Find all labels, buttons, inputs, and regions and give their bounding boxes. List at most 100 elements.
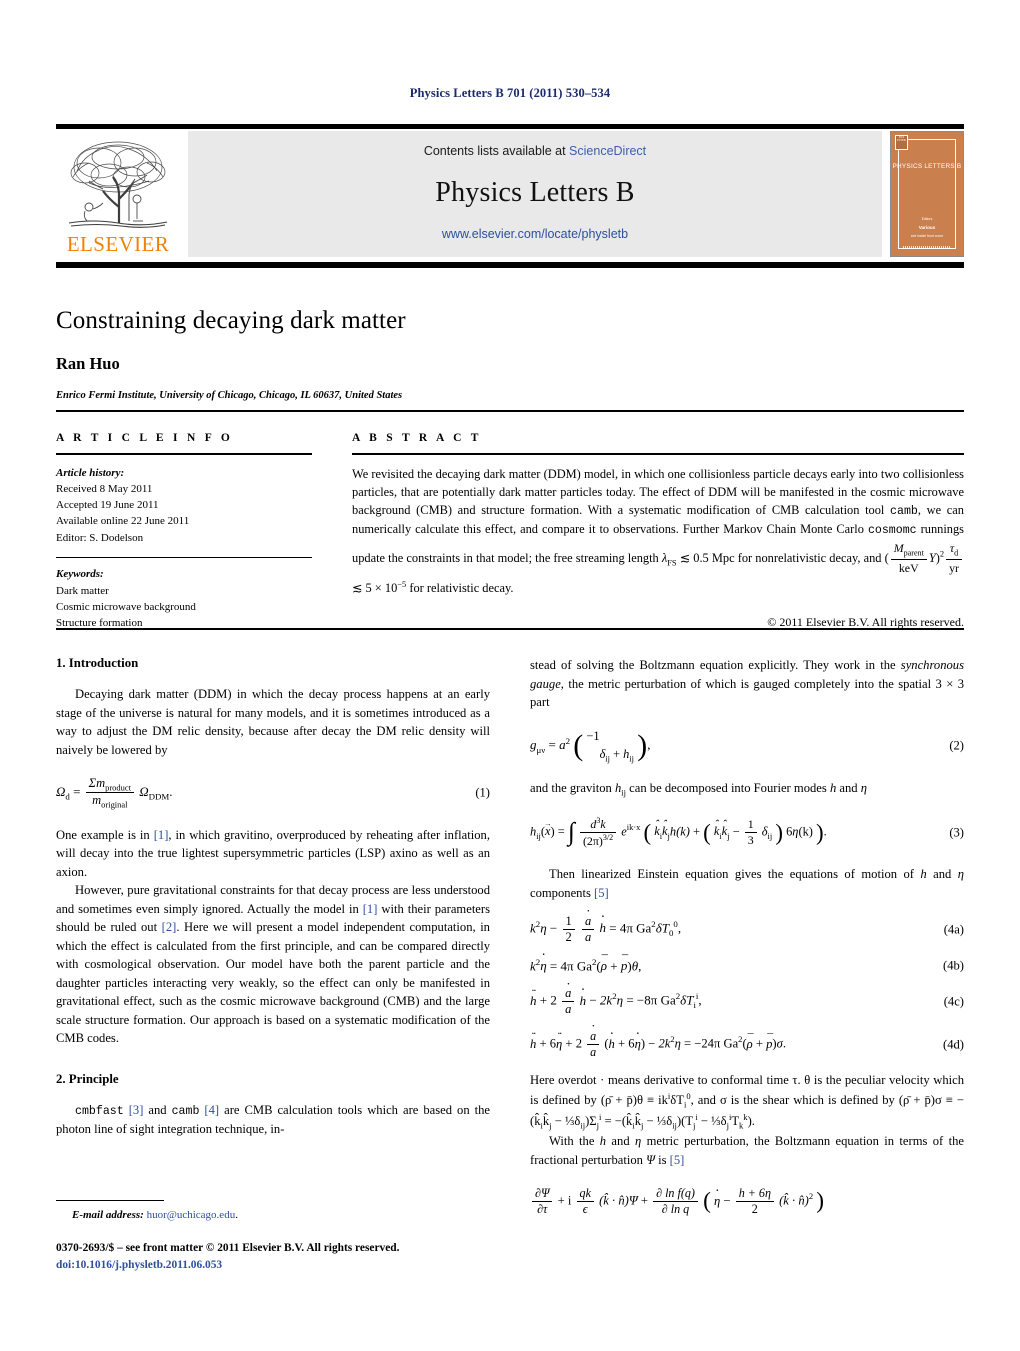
eq4a-eta: η [540,920,547,936]
citation-ref-3[interactable]: [3] [129,1103,144,1117]
citation-ref-5b[interactable]: [5] [670,1153,685,1167]
intro-p3-c: . Here we will present a model independe… [56,920,490,1046]
eq1-tail: Ω [139,783,149,799]
equation-3: hij(x) = ∫ d3k (2π)3/2 eik·x ( kikjh(k) … [530,816,964,849]
right-p3-eta: η [957,867,965,881]
eq1-denominator-sub: original [101,799,128,810]
eq1-lhs-sub: d [65,791,70,802]
eq4a-rhs: 4π Ga [619,920,652,936]
right-p3-c: components [530,885,595,900]
right-p2-c: and [836,780,861,795]
eq3-minus: − [732,824,740,839]
issn-front-matter-line: 0370-2693/$ – see front matter © 2011 El… [56,1242,400,1254]
keyword-item: Dark matter [56,584,109,597]
right-p4-e: − ⅓δ [551,1114,581,1129]
left-column: 1. Introduction Decaying dark matter (DD… [56,656,490,1276]
equation-4c: h + 2 aa h − 2k2η = −8π Ga2δTii, (4c) [530,986,964,1017]
code-camb: camb [171,1104,200,1118]
doi-link[interactable]: doi:10.1016/j.physletb.2011.06.053 [56,1257,506,1274]
abstract-label: A B S T R A C T [352,432,482,444]
eq5-plus-i: + i [557,1193,572,1208]
cover-title: PHYSICS LETTERS B [892,163,962,170]
eq3-inner-right-paren: ) [775,819,783,845]
equation-2: gμν = a2 ( −1 δij + hij ), (2) [530,729,964,763]
right-p1-b: , the metric perturbation of which is ga… [530,676,964,710]
right-p4-i: − ⅓δ [643,1114,673,1129]
right-p5-a: With the [549,1134,600,1149]
eq2-matrix: −1 δij + hij [586,729,634,763]
abstract-bottom-divider [56,628,964,630]
eq3-period: . [823,824,827,839]
masthead-bottom-rule [56,262,964,268]
equation-4b-number: (4b) [943,958,964,973]
eq3-equals: = [557,824,565,839]
eq1-lhs: Ω [56,783,66,799]
abstract-mass-denominator: keV [890,558,927,578]
masthead-top-rule [56,124,964,129]
eq5-etadot: η [714,1194,720,1209]
citation-ref-4[interactable]: [4] [204,1103,219,1117]
abstract-tau-fraction: τd yr [946,540,962,578]
eq2-equals: = [548,736,556,752]
code-cmbfast: cmbfast [75,1104,124,1118]
citation-ref-5[interactable]: [5] [594,886,609,900]
sciencedirect-link[interactable]: ScienceDirect [569,144,646,158]
journal-url-link[interactable]: www.elsevier.com/locate/physletb [442,227,628,241]
eq2-matrix-11: −1 [586,728,600,743]
journal-running-head: Physics Letters B 701 (2011) 530–534 [409,86,611,100]
abstract-mass-numerator-sub: parent [903,548,924,557]
eq3-one-third: 13 [744,817,757,848]
abstract-bound-2-exponent: −5 [397,578,407,589]
author-email-link[interactable]: huor@uchicago.edu [147,1209,236,1221]
equation-2-number: (2) [949,738,964,753]
eq2-matrix-21 [586,747,599,763]
eq3-integral-sign: ∫ [567,817,575,846]
eq4b-rhs: 4π Ga [560,958,592,974]
paper-page: Physics Letters B 701 (2011) 530–534 ELS… [0,0,1020,1351]
eq3-position-vector: x [545,824,551,839]
abstract-text: We revisited the decaying dark matter (D… [352,466,964,595]
eq4b-equals: = [549,958,558,974]
email-period: . [235,1209,238,1222]
right-p2-a: and the graviton [530,780,615,795]
equation-4a-number: (4a) [943,922,964,936]
author-affiliation: Enrico Fermi Institute, University of Ch… [56,390,403,401]
cover-barcode [903,246,951,249]
journal-cover-thumbnail[interactable]: ELS EVIER PHYSICS LETTERS B Editors Vario… [890,131,964,257]
citation-ref-2[interactable]: [2] [162,920,177,934]
equation-4d-number: (4d) [943,1037,964,1052]
right-p4-j: )(T [676,1114,694,1129]
contents-prefix-text: Contents lists available at [423,144,570,158]
abstract-yield-symbol: Y [928,550,936,565]
eq3-plus: + [692,824,700,839]
keywords-block: Keywords: Dark matter Cosmic microwave b… [56,566,312,631]
citation-ref-1[interactable]: [1] [154,828,169,842]
eq3-khat-2: k [662,824,668,839]
article-info-column: A R T I C L E I N F O Article history: R… [56,432,328,631]
right-p5-psi: Ψ [646,1152,655,1167]
title-divider [56,410,964,412]
eq3-lhs-sub: ij [536,830,541,841]
citation-ref-1b[interactable]: [1] [363,902,378,916]
eq4a-equals: = [609,920,617,936]
eq3-h-of-k: h(k) [669,824,690,839]
section-heading-introduction: 1. Introduction [56,656,139,670]
eq4d-hddot: h [530,1037,536,1052]
elsevier-logo: ELSEVIER [56,131,180,257]
equation-4c-number: (4c) [943,994,964,1009]
right-paragraph-5: With the h and η metric perturbation, th… [530,1132,964,1169]
right-p2-eta: η [860,780,867,795]
right-p3-a: Then linearized Einstein equation gives … [549,867,921,881]
abstract-part-5: for relativistic decay. [406,580,514,595]
keywords-label: Keywords: [56,568,104,581]
abstract-lambda-subscript: FS [667,556,677,567]
article-info-rule [56,453,312,455]
intro-paragraph-2: One example is in [1], in which gravitin… [56,826,490,882]
equation-5-partial: ∂Ψ ∂τ + i qk ϵ (k̂ · n̂)Ψ + ∂ ln f(q) ∂ ln … [530,1186,964,1217]
info-abstract-region: A R T I C L E I N F O Article history: R… [56,432,964,631]
section-heading-principle: 2. Principle [56,1071,119,1086]
right-p1-a: stead of solving the Boltzmann equation … [530,658,901,672]
abstract-rule [352,453,964,455]
cover-editor-block: Editors Various see inside front cover [891,216,963,240]
eq5-kdotn-psi: (k̂ · n̂)Ψ [599,1193,638,1208]
